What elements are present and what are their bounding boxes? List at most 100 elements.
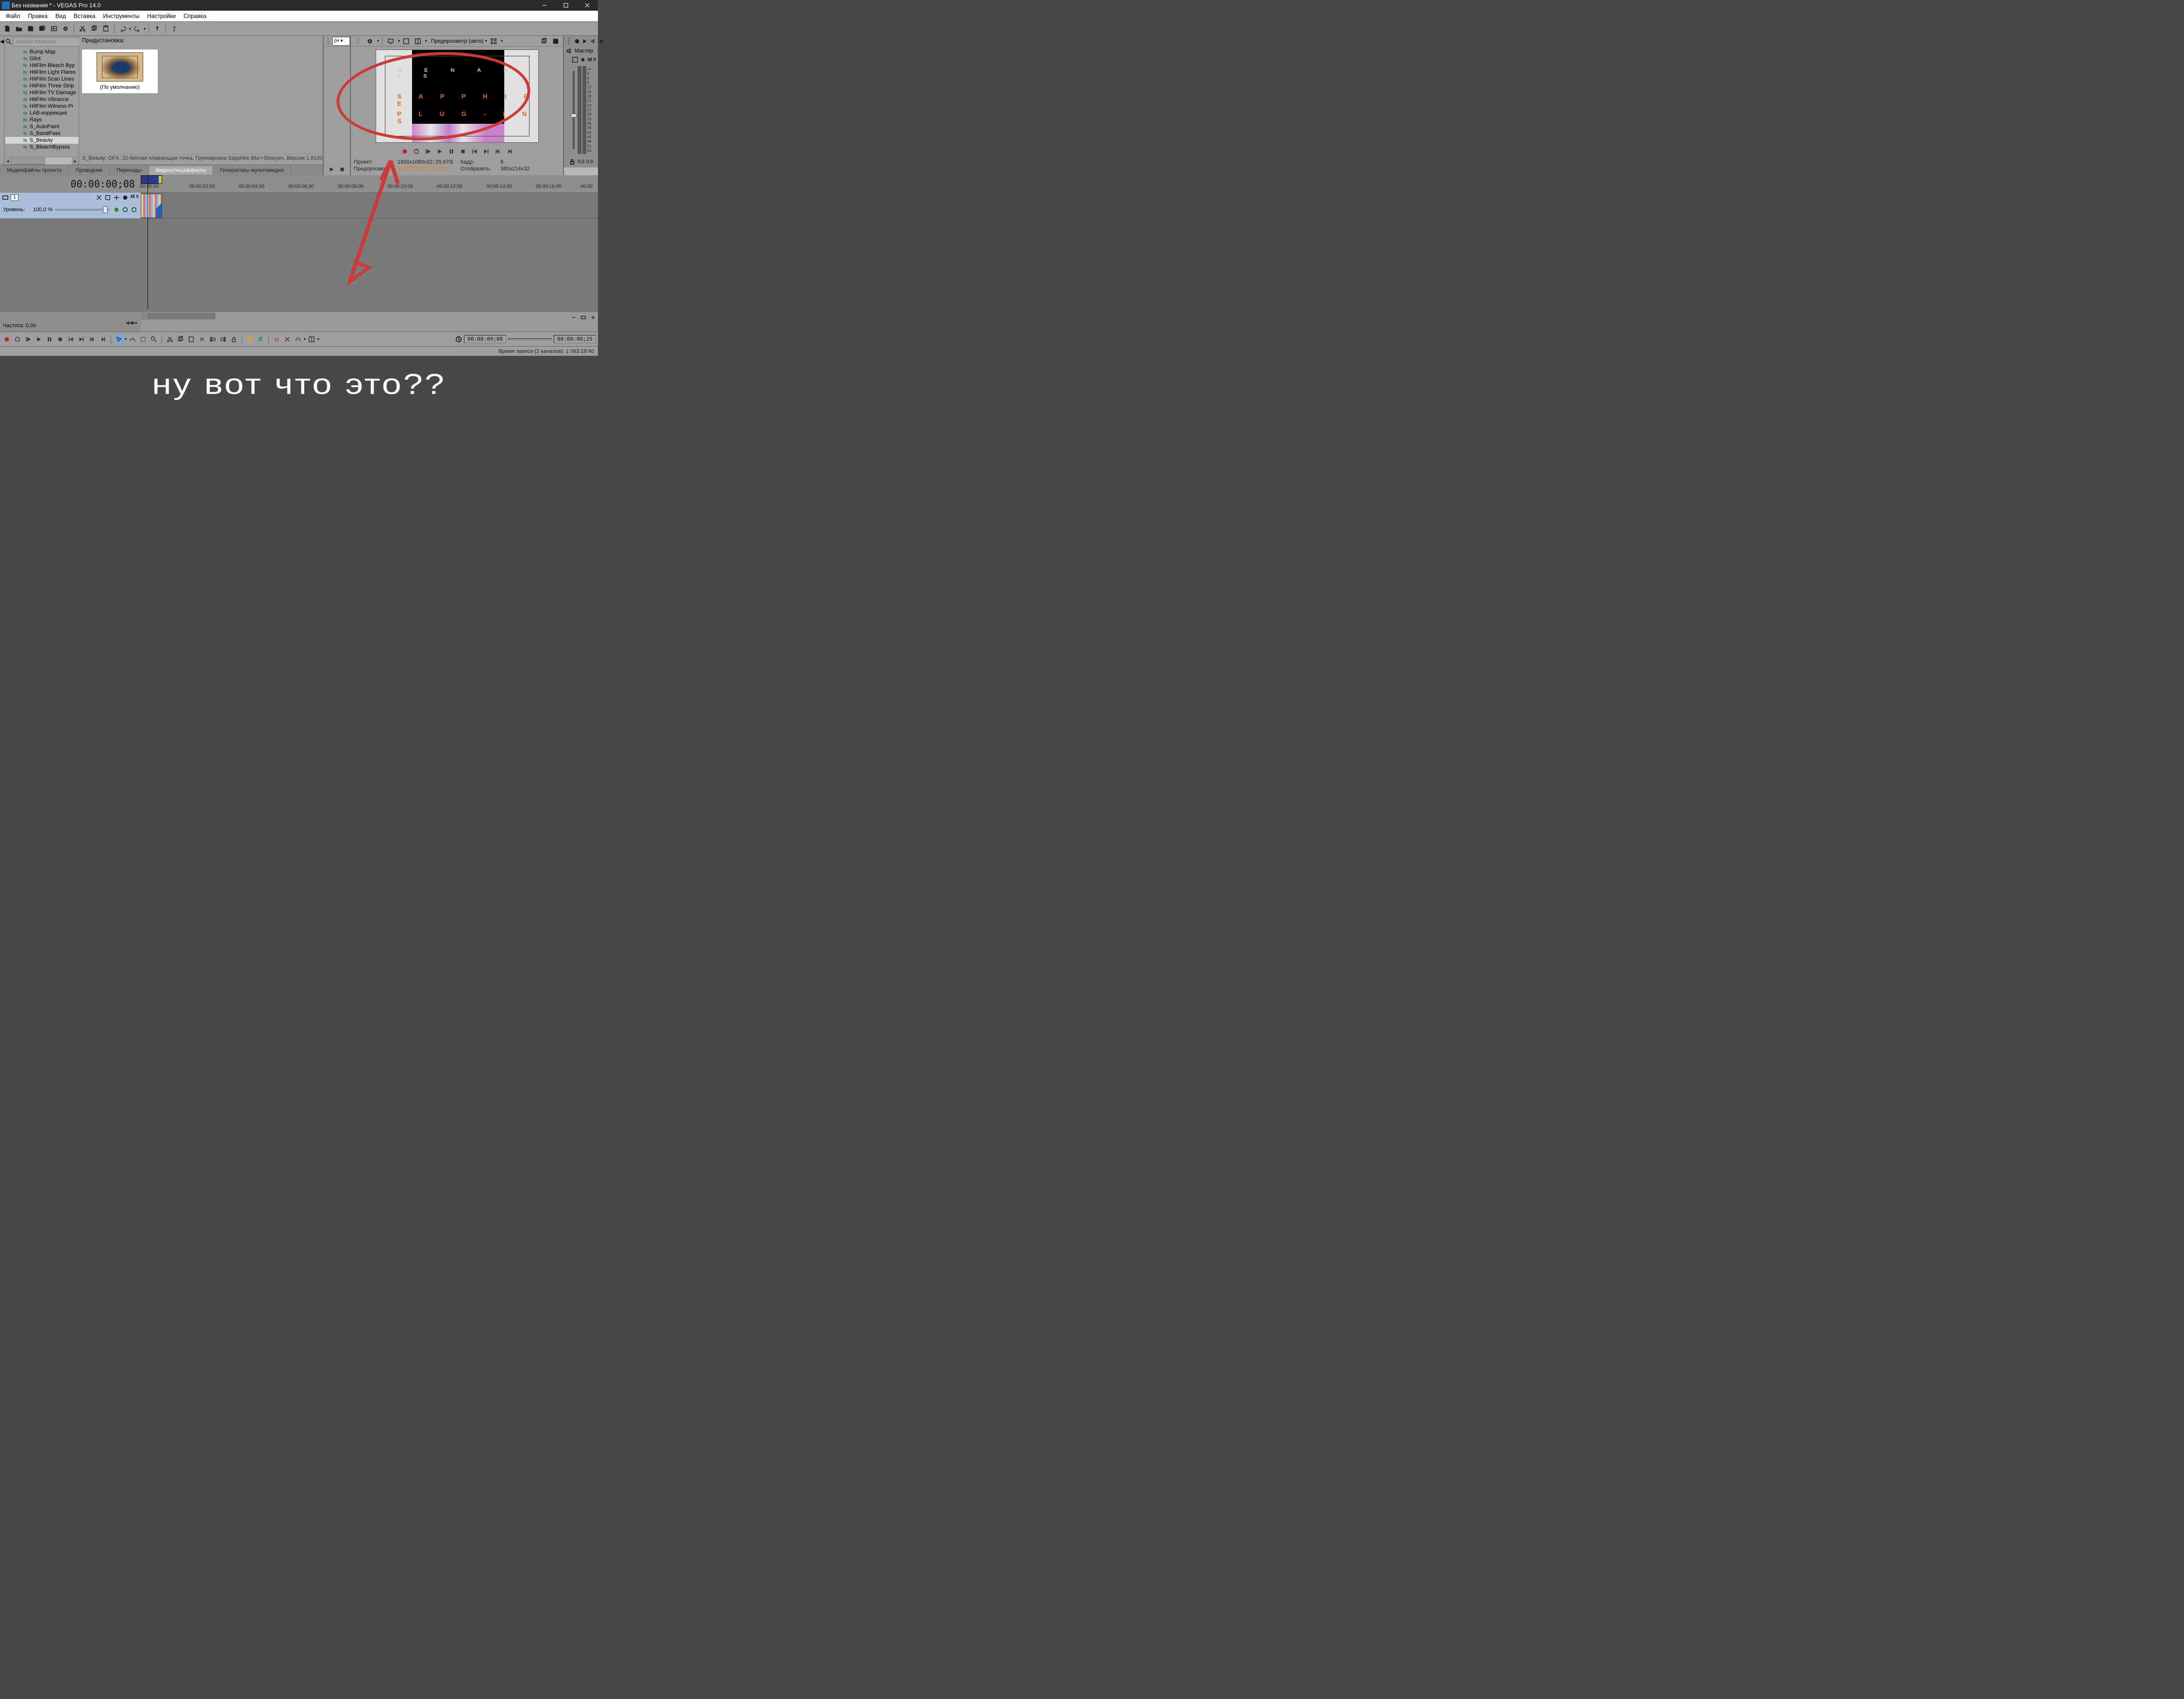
paste-button[interactable] (186, 334, 196, 344)
play-button[interactable] (34, 334, 44, 344)
normal-edit-tool[interactable] (114, 334, 124, 344)
lock-button[interactable] (229, 334, 239, 344)
lock-icon[interactable] (569, 158, 576, 165)
grip-icon[interactable]: ⋮ (324, 36, 332, 47)
timeline-hscroll[interactable] (141, 320, 598, 332)
menu-tools[interactable]: Инструменты (99, 12, 143, 20)
plugin-hscroll[interactable]: ◂ ▸ (4, 157, 79, 165)
render-button[interactable] (49, 23, 59, 34)
go-start-button[interactable] (470, 147, 480, 156)
save-button[interactable] (25, 23, 36, 34)
new-project-button[interactable] (2, 23, 13, 34)
rate-scrubber[interactable]: ◀◀▸▸▲ (126, 320, 138, 331)
plugin-tree[interactable]: fxBump Map fxGlint fxHitFilm Bleach Byp … (4, 48, 79, 157)
scroll-left-icon[interactable] (141, 312, 148, 320)
external-monitor-button[interactable] (385, 36, 396, 47)
bypass-motion-button[interactable] (95, 194, 103, 201)
save-all-button[interactable] (37, 23, 48, 34)
play-button[interactable] (327, 165, 336, 174)
go-end-button[interactable] (481, 147, 491, 156)
play-start-button[interactable] (423, 147, 433, 156)
slider-thumb[interactable] (103, 206, 108, 213)
redo-button[interactable] (132, 23, 143, 34)
quantize-button[interactable] (307, 334, 316, 344)
dropdown-arrow-icon[interactable]: ▾ (317, 337, 319, 341)
next-frame-button[interactable] (98, 334, 108, 344)
zoom-tool[interactable] (149, 334, 159, 344)
delete-button[interactable] (197, 334, 207, 344)
play-button[interactable] (435, 147, 445, 156)
timeline-ruler[interactable]: 00:00:00 00:00:02;00 00:00:04;00 00:00:0… (141, 175, 598, 193)
loop-region[interactable] (141, 175, 162, 184)
preset-item[interactable]: (По умолчанию) (82, 50, 158, 93)
stop-button[interactable] (458, 147, 468, 156)
minimize-button[interactable] (534, 0, 555, 11)
scroll-right-icon[interactable]: ▸ (72, 157, 79, 165)
mixer-settings-button[interactable] (574, 36, 580, 47)
tab-explorer[interactable]: Проводник (69, 166, 110, 175)
tab-video-fx[interactable]: Видеоспецэффекты (149, 166, 214, 175)
loop-button[interactable] (412, 147, 421, 156)
record-button[interactable] (2, 334, 12, 344)
selection-length[interactable]: 00:00:00;25 (554, 335, 596, 343)
cut-button[interactable] (165, 334, 175, 344)
go-end-button[interactable] (77, 334, 86, 344)
dropdown-arrow-icon[interactable]: ▾ (304, 337, 306, 341)
region-button[interactable] (256, 334, 265, 344)
copy-button[interactable] (89, 23, 99, 34)
level-slider[interactable] (55, 209, 110, 211)
mixer-downmix-button[interactable] (581, 36, 588, 47)
plugin-search-input[interactable] (13, 37, 87, 47)
menu-help[interactable]: Справка (180, 12, 210, 20)
overlays-button[interactable] (488, 36, 499, 47)
preview-quality-label[interactable]: Предпросмотр (авто) (431, 38, 483, 44)
marker-button[interactable] (245, 334, 255, 344)
paste-button[interactable] (100, 23, 111, 34)
video-clip[interactable] (141, 194, 162, 218)
copy-frame-button[interactable] (539, 36, 549, 47)
stop-button[interactable] (55, 334, 65, 344)
mute-letter[interactable]: M (587, 57, 592, 63)
video-track-header[interactable]: 1 M S Уровень: 100,0 % (0, 193, 141, 219)
stop-button[interactable] (337, 165, 347, 174)
trim-end-button[interactable] (218, 334, 228, 344)
timeline-mini-scroll[interactable] (141, 312, 569, 320)
make-child-button[interactable] (130, 206, 138, 214)
play-start-button[interactable] (23, 334, 33, 344)
scroll-thumb[interactable] (11, 158, 45, 165)
track-lane[interactable] (141, 193, 598, 219)
trimmer-dropdown[interactable]: (Н ▾ (332, 37, 350, 46)
help-button[interactable] (169, 23, 180, 34)
clip-fade[interactable] (156, 194, 162, 218)
collapse-icon[interactable]: ◂ (0, 36, 4, 47)
scroll-thumb[interactable] (148, 313, 215, 319)
grip-icon[interactable]: ⋮ (565, 36, 573, 47)
go-start-button[interactable] (66, 334, 76, 344)
prev-frame-button[interactable] (87, 334, 97, 344)
mixer-dim-button[interactable] (589, 36, 596, 47)
dropdown-arrow-icon[interactable]: ▾ (425, 39, 427, 43)
fader-thumb[interactable] (571, 114, 577, 117)
loop-button[interactable] (13, 334, 22, 344)
dropdown-arrow-icon[interactable]: ▾ (398, 39, 400, 43)
menu-view[interactable]: Вид (51, 12, 70, 20)
automation-button[interactable] (121, 194, 129, 201)
auto-crossfade-button[interactable] (293, 334, 303, 344)
mixer-insert-button[interactable] (579, 56, 586, 63)
open-button[interactable] (14, 23, 24, 34)
preview-settings-button[interactable] (364, 36, 375, 47)
trim-start-button[interactable] (208, 334, 217, 344)
selection-tool[interactable] (138, 334, 148, 344)
track-body[interactable] (141, 193, 598, 312)
track-mute[interactable]: M (130, 194, 135, 201)
cut-button[interactable] (77, 23, 88, 34)
upload-button[interactable] (152, 23, 163, 34)
make-parent-button[interactable] (121, 206, 129, 214)
envelope-tool[interactable] (128, 334, 137, 344)
mixer-scroll[interactable] (564, 167, 598, 175)
dropdown-arrow-icon[interactable]: ▾ (377, 39, 379, 43)
dropdown-arrow-icon[interactable]: ▾ (125, 337, 127, 341)
record-button[interactable] (400, 147, 410, 156)
cursor-timecode[interactable]: 00:00:00;08 (464, 335, 506, 343)
dropdown-arrow-icon[interactable]: ▾ (129, 27, 131, 31)
